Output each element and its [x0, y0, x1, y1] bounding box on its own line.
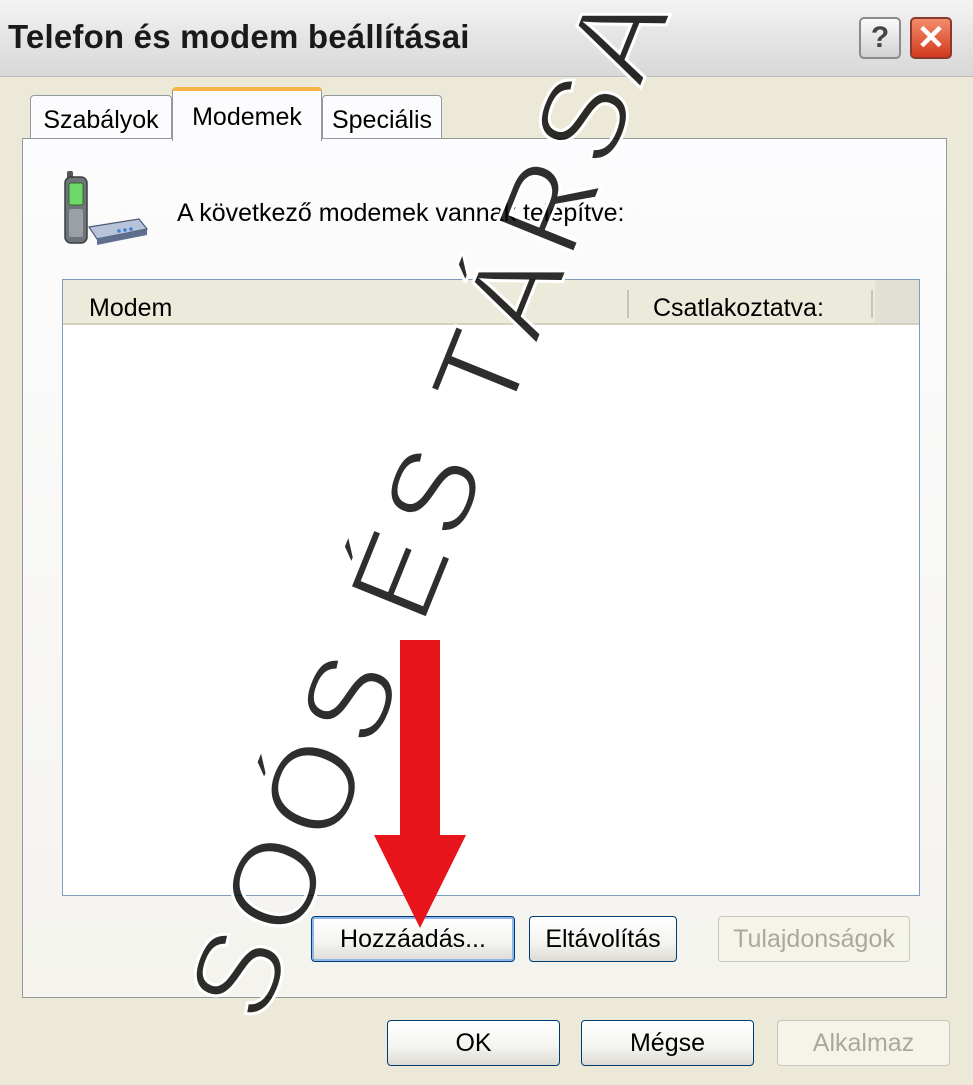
red-arrow-icon	[374, 640, 466, 928]
ok-button[interactable]: OK	[387, 1020, 560, 1066]
tab-panel-modems: A következő modemek vannak telepítve: Mo…	[22, 138, 947, 998]
window-title: Telefon és modem beállításai	[8, 18, 470, 55]
tab-label: Szabályok	[43, 106, 159, 134]
tab-advanced[interactable]: Speciális	[322, 95, 442, 139]
column-header-modem[interactable]: Modem	[89, 294, 172, 323]
modem-list[interactable]: Modem Csatlakoztatva:	[62, 279, 920, 896]
close-button[interactable]: ✕	[910, 17, 952, 59]
column-header-connected[interactable]: Csatlakoztatva:	[653, 294, 824, 323]
remove-button[interactable]: Eltávolítás	[529, 916, 677, 962]
column-divider[interactable]	[627, 290, 629, 318]
list-header: Modem Csatlakoztatva:	[63, 280, 919, 325]
intro-text: A következő modemek vannak telepítve:	[177, 199, 625, 227]
properties-button[interactable]: Tulajdonságok	[718, 916, 910, 962]
column-divider[interactable]	[871, 290, 873, 318]
tab-rules[interactable]: Szabályok	[30, 95, 172, 139]
tab-modems[interactable]: Modemek	[172, 87, 322, 141]
title-bar[interactable]: Telefon és modem beállításai ? ✕	[0, 0, 973, 77]
dialog-window: Telefon és modem beállításai ? ✕ Szabály…	[0, 0, 973, 1085]
header-filler	[875, 280, 919, 323]
cancel-button[interactable]: Mégse	[581, 1020, 754, 1066]
apply-button[interactable]: Alkalmaz	[777, 1020, 950, 1066]
tab-label: Modemek	[192, 103, 302, 131]
tab-label: Speciális	[331, 106, 433, 134]
help-button[interactable]: ?	[859, 17, 901, 59]
phone-modem-icon	[64, 171, 149, 245]
